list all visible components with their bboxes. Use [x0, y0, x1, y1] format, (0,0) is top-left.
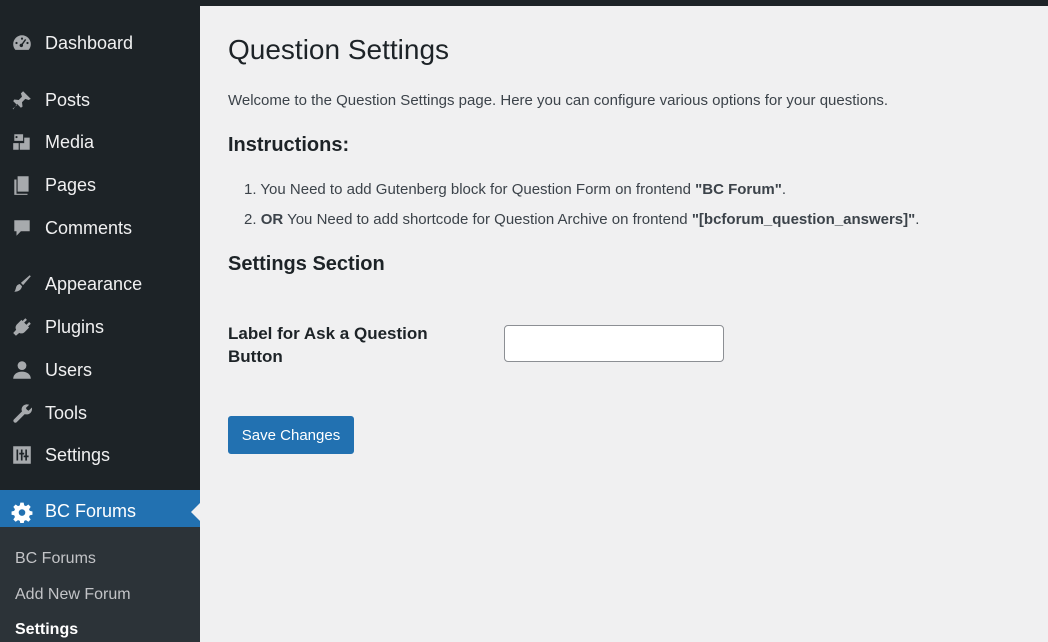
sidebar-item-label: Plugins [45, 316, 105, 337]
sidebar-item-label: Appearance [45, 273, 143, 294]
sidebar-item-dashboard[interactable]: Dashboard [0, 24, 200, 62]
comment-icon [11, 217, 33, 239]
submenu-item-add-new-forum[interactable]: Add New Forum [15, 586, 131, 604]
sidebar-item-plugins[interactable]: Plugins [0, 308, 200, 346]
sidebar-item-tools[interactable]: Tools [0, 394, 200, 432]
current-menu-arrow [191, 502, 200, 521]
plugin-icon [11, 316, 33, 338]
instruction-end: . [915, 211, 920, 228]
sidebar-item-pages[interactable]: Pages [0, 166, 200, 204]
bc-forums-submenu: BC Forums Add New Forum Settings [0, 527, 200, 642]
save-changes-button[interactable]: Save Changes [228, 416, 354, 454]
sidebar-item-label: Dashboard [45, 32, 134, 53]
instructions-heading: Instructions: [228, 134, 350, 156]
sidebar-item-label: Users [45, 359, 93, 380]
sidebar-item-label: Posts [45, 89, 91, 110]
sidebar-item-comments[interactable]: Comments [0, 209, 200, 247]
sidebar-item-posts[interactable]: Posts [0, 81, 200, 119]
media-icon [11, 131, 33, 153]
sidebar-item-label: Settings [45, 444, 111, 465]
instruction-text: You Need to add Gutenberg block for Ques… [260, 181, 696, 198]
pin-icon [11, 89, 33, 111]
instruction-highlight: "[bcforum_question_answers]" [691, 211, 916, 228]
dashboard-icon [11, 32, 33, 54]
sidebar-item-label: Comments [45, 217, 133, 238]
user-icon [11, 359, 33, 381]
sidebar-item-users[interactable]: Users [0, 351, 200, 389]
admin-sidebar: Dashboard Posts Media Pages Comments App… [0, 6, 200, 642]
pages-icon [11, 174, 33, 196]
instruction-item: 2. OR You Need to add shortcode for Ques… [244, 211, 919, 228]
instruction-text: You Need to add shortcode for Question A… [283, 211, 692, 228]
sidebar-item-settings[interactable]: Settings [0, 436, 200, 474]
instruction-number: 2. [244, 211, 257, 228]
sliders-icon [11, 444, 33, 466]
ask-question-label-input[interactable] [504, 325, 724, 362]
sidebar-item-appearance[interactable]: Appearance [0, 265, 200, 303]
settings-section-heading: Settings Section [228, 253, 385, 275]
instruction-highlight: "BC Forum" [695, 181, 782, 198]
brush-icon [11, 273, 33, 295]
instruction-item: 1. You Need to add Gutenberg block for Q… [244, 181, 786, 198]
gear-icon [11, 501, 33, 523]
instruction-end: . [781, 181, 787, 198]
sidebar-item-label: BC Forums [45, 501, 137, 521]
sidebar-item-label: Media [45, 131, 95, 152]
ask-question-label: Label for Ask a Question Button [228, 324, 428, 366]
instruction-number: 1. [244, 181, 257, 198]
sidebar-item-media[interactable]: Media [0, 123, 200, 161]
wrench-icon [11, 402, 33, 424]
intro-text: Welcome to the Question Settings page. H… [228, 92, 889, 109]
instruction-lead: OR [260, 211, 284, 228]
sidebar-item-label: Tools [45, 402, 88, 423]
page-title: Question Settings [228, 34, 450, 65]
submenu-item-bc-forums[interactable]: BC Forums [15, 550, 96, 568]
submenu-item-settings[interactable]: Settings [15, 621, 78, 639]
sidebar-item-label: Pages [45, 174, 97, 195]
